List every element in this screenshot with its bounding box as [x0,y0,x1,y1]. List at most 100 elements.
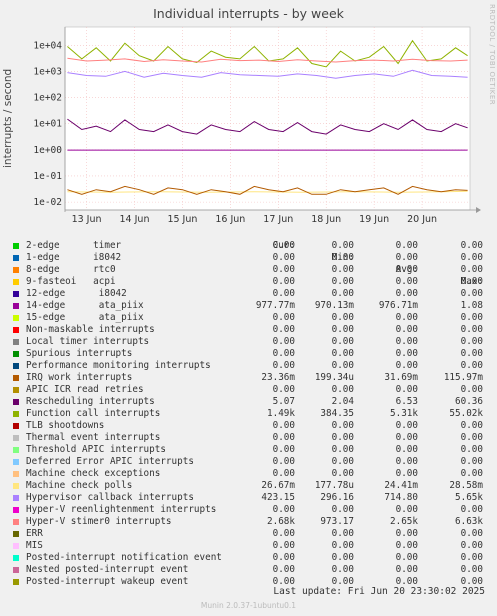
legend-max: 0.00 [460,288,483,299]
legend-min: 0.00 [331,456,354,467]
legend-cur: 0.00 [272,540,295,551]
legend-row: 12-edge i8042 0.00 0.00 0.00 0.00 [10,288,490,300]
legend-avg: 31.69m [384,372,418,383]
legend-cur: 2.68k [267,516,295,527]
legend-row: IRQ work interrupts 23.36m 199.34u 31.69m 11… [10,372,490,384]
legend-max: 60.36 [455,396,483,407]
legend-row: Machine check exceptions 0.00 0.00 0.00 0.00 [10,468,490,480]
x-axis-arrow [476,207,481,213]
legend-swatch [13,507,19,513]
legend-table: Cur: Min: Avg: Max: 2-edge timer 0.00 0.00… [10,228,490,588]
legend-avg: 0.00 [395,528,418,539]
legend-min: 0.00 [331,540,354,551]
legend-swatch [13,351,19,357]
legend-row: Non-maskable interrupts 0.00 0.00 0.00 0.00 [10,324,490,336]
legend-avg: 0.00 [395,360,418,371]
legend-min: 0.00 [331,336,354,347]
legend-min: 0.00 [331,504,354,515]
legend-swatch [13,279,19,285]
legend-min: 0.00 [331,252,354,263]
y-tick-label: 1e+00 [33,145,62,156]
legend-label: Machine check polls [26,480,133,491]
x-ticks: 13 Jun 14 Jun 15 Jun 16 Jun 17 Jun 18 Jun 19 J… [72,214,437,225]
legend-label: MIS [26,540,43,551]
legend-min: 0.00 [331,420,354,431]
x-tick-label: 17 Jun [263,214,293,225]
legend-cur: 0.00 [272,276,295,287]
legend-avg: 0.00 [395,252,418,263]
legend-label: 15-edge ata_piix [26,312,144,323]
legend-cur: 5.07 [272,396,295,407]
x-tick-label: 16 Jun [215,214,245,225]
legend-avg: 0.00 [395,456,418,467]
legend-swatch [13,399,19,405]
y-tick-label: 1e+02 [33,93,62,104]
legend-min: 0.00 [331,324,354,335]
legend-cur: 0.00 [272,252,295,263]
legend-cur: 0.00 [272,312,295,323]
legend-cur: 23.36m [261,372,295,383]
legend-swatch [13,339,19,345]
legend-label: Machine check exceptions [26,468,161,479]
legend-max: 0.00 [460,276,483,287]
legend-cur: 0.00 [272,384,295,395]
legend-swatch [13,459,19,465]
y-tick-label: 1e+01 [33,119,62,130]
legend-max: 0.00 [460,468,483,479]
legend-avg: 0.00 [395,288,418,299]
legend-min: 0.00 [331,312,354,323]
y-tick-label: 1e-02 [33,197,62,208]
legend-swatch [13,375,19,381]
legend-max: 55.02k [449,408,483,419]
legend-label: Hyper-V reenlightenment interrupts [26,504,217,515]
legend-row: 14-edge ata_piix 977.77m 970.13m 976.71m 1.0… [10,300,490,312]
legend-max: 0.00 [460,540,483,551]
legend-max: 0.00 [460,360,483,371]
legend-min: 0.00 [331,468,354,479]
legend-avg: 0.00 [395,384,418,395]
legend-max: 0.00 [460,312,483,323]
legend-swatch [13,543,19,549]
legend-swatch [13,327,19,333]
legend-avg: 976.71m [378,300,418,311]
legend-label: Function call interrupts [26,408,161,419]
legend-label: Threshold APIC interrupts [26,444,166,455]
legend-swatch [13,303,19,309]
legend-label: Hyper-V stimer0 interrupts [26,516,172,527]
legend-row: Threshold APIC interrupts 0.00 0.00 0.00 0.0… [10,444,490,456]
legend-swatch [13,291,19,297]
legend-cur: 0.00 [272,360,295,371]
legend-max: 0.00 [460,564,483,575]
legend-label: Spurious interrupts [26,348,133,359]
legend-row: 15-edge ata_piix 0.00 0.00 0.00 0.00 [10,312,490,324]
legend-label: Deferred Error APIC interrupts [26,456,194,467]
legend-row: Thermal event interrupts 0.00 0.00 0.00 0.00 [10,432,490,444]
legend-min: 0.00 [331,360,354,371]
y-tick-label: 1e+03 [33,66,62,77]
legend-label: 14-edge ata_piix [26,300,144,311]
legend-max: 0.00 [460,264,483,275]
legend-header: Cur: Min: Avg: Max: [10,228,490,287]
legend-swatch [13,531,19,537]
y-ticks: 1e+04 1e+03 1e+02 1e+01 1e+00 1e-01 1e-02 [33,40,62,208]
legend-swatch [13,579,19,585]
legend-avg: 0.00 [395,432,418,443]
legend-swatch [13,471,19,477]
legend-max: 0.00 [460,384,483,395]
legend-min: 0.00 [331,240,354,251]
legend-avg: 6.53 [395,396,418,407]
legend-swatch [13,567,19,573]
legend-max: 0.00 [460,324,483,335]
legend-row: 2-edge timer 0.00 0.00 0.00 0.00 [10,240,490,252]
legend-row: 9-fasteoi acpi 0.00 0.00 0.00 0.00 [10,276,490,288]
legend-label: Local timer interrupts [26,336,150,347]
legend-min: 199.34u [314,372,354,383]
legend-cur: 0.00 [272,456,295,467]
legend-rows: 2-edge timer 0.00 0.00 0.00 0.00 1-edge i8042… [10,240,490,588]
legend-row: Deferred Error APIC interrupts 0.00 0.00 0.… [10,456,490,468]
legend-row: Function call interrupts 1.49k 384.35 5.31k… [10,408,490,420]
legend-min: 0.00 [331,264,354,275]
legend-max: 0.00 [460,552,483,563]
legend-label: Performance monitoring interrupts [26,360,211,371]
legend-swatch [13,363,19,369]
